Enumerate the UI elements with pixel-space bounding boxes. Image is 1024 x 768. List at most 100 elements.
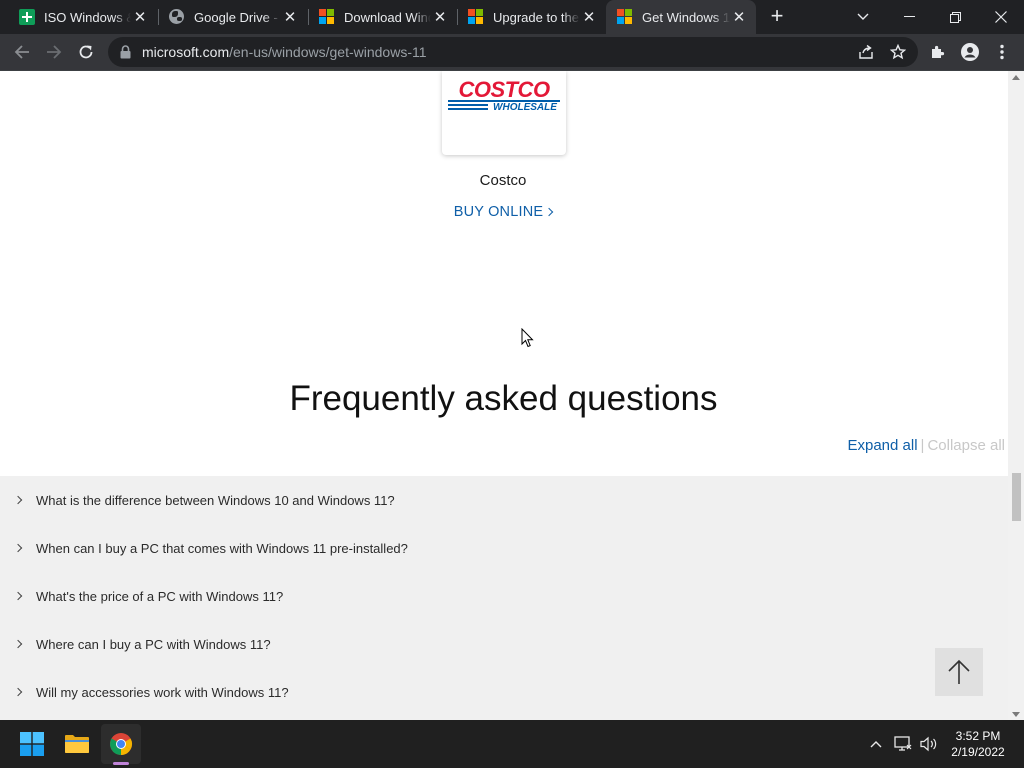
expand-all-button[interactable]: Expand all: [847, 437, 917, 454]
lock-icon: [120, 45, 131, 59]
extensions-button[interactable]: [924, 38, 952, 66]
kebab-menu-icon: [1000, 44, 1004, 60]
close-icon[interactable]: ✕: [431, 8, 449, 26]
arrow-left-icon: [14, 45, 29, 59]
chevron-down-icon: [857, 13, 869, 20]
svg-text:COSTCO: COSTCO: [458, 77, 550, 102]
url-path: /en-us/windows/get-windows-11: [229, 44, 427, 60]
faq-question: Will my accessories work with Windows 11…: [36, 684, 289, 700]
collapse-all-button[interactable]: Collapse all: [927, 437, 1005, 454]
faq-question: Where can I buy a PC with Windows 11?: [36, 636, 271, 652]
page-scrollbar[interactable]: [1008, 71, 1024, 720]
browser-toolbar: microsoft.com/en-us/windows/get-windows-…: [0, 34, 1024, 71]
page-viewport: COSTCO WHOLESALE Costco BUY ONLINE Frequ…: [0, 71, 1024, 720]
back-button[interactable]: [8, 38, 36, 66]
volume-button[interactable]: [918, 720, 940, 768]
windows-taskbar: 3:52 PM 2/19/2022: [0, 720, 1024, 768]
chevron-right-icon: [13, 639, 23, 649]
tab-title: Upgrade to the new: [493, 9, 580, 25]
globe-icon: [169, 9, 185, 25]
folder-icon: [65, 735, 89, 753]
costco-logo: COSTCO WHOLESALE: [448, 77, 560, 113]
scrollbar-thumb[interactable]: [1012, 473, 1021, 521]
tab-title: Download Windows 11: [344, 9, 431, 25]
faq-item[interactable]: Where can I buy a PC with Windows 11?: [0, 620, 1008, 668]
back-to-top-button[interactable]: [935, 648, 983, 696]
address-bar[interactable]: microsoft.com/en-us/windows/get-windows-…: [108, 37, 918, 67]
chevron-up-icon: [870, 741, 882, 748]
profile-icon: [961, 43, 979, 61]
chevron-right-icon: [13, 591, 23, 601]
tab-download-windows[interactable]: Download Windows 11 ✕: [300, 0, 457, 34]
puzzle-icon: [932, 45, 945, 58]
menu-button[interactable]: [988, 38, 1016, 66]
tab-title: Get Windows 11: [642, 9, 730, 25]
new-tab-button[interactable]: +: [764, 5, 790, 29]
microsoft-logo-icon: [617, 9, 633, 25]
faq-item[interactable]: What is the difference between Windows 1…: [0, 476, 1008, 524]
chevron-right-icon: [545, 207, 554, 217]
faq-controls: Expand all | Collapse all: [847, 437, 1005, 454]
forward-button[interactable]: [40, 38, 68, 66]
star-icon: [890, 44, 906, 60]
url-text[interactable]: microsoft.com/en-us/windows/get-windows-…: [142, 44, 427, 60]
tab-google-drive[interactable]: Google Drive - Free ✕: [150, 0, 307, 34]
close-icon[interactable]: ✕: [730, 8, 748, 26]
arrow-up-icon: [948, 659, 970, 684]
chevron-right-icon: [13, 543, 23, 553]
arrow-right-icon: [47, 45, 62, 59]
start-button[interactable]: [12, 724, 52, 764]
tab-search-button[interactable]: [840, 0, 886, 34]
close-icon: [995, 11, 1007, 23]
share-icon: [859, 44, 873, 59]
sheets-icon: [19, 9, 35, 25]
minimize-icon: [903, 16, 915, 17]
reload-button[interactable]: [72, 38, 100, 66]
url-host: microsoft.com: [142, 44, 230, 60]
tab-get-windows-11[interactable]: Get Windows 11 ✕: [606, 0, 756, 34]
close-icon[interactable]: ✕: [281, 8, 299, 26]
profile-button[interactable]: [956, 38, 984, 66]
faq-item[interactable]: When can I buy a PC that comes with Wind…: [0, 524, 1008, 572]
system-clock[interactable]: 3:52 PM 2/19/2022: [944, 728, 1012, 760]
network-button[interactable]: [892, 720, 914, 768]
file-explorer-button[interactable]: [57, 724, 97, 764]
clock-date: 2/19/2022: [951, 745, 1005, 759]
buy-online-link[interactable]: BUY ONLINE: [403, 204, 603, 220]
faq-list: What is the difference between Windows 1…: [0, 476, 1008, 720]
network-icon: [894, 736, 912, 751]
mouse-cursor-icon: [521, 328, 534, 348]
minimize-button[interactable]: [886, 0, 932, 34]
close-icon[interactable]: ✕: [580, 8, 598, 26]
reload-icon: [79, 45, 93, 59]
tab-iso-windows[interactable]: ISO Windows & Office ✕: [0, 0, 157, 34]
svg-text:WHOLESALE: WHOLESALE: [493, 102, 557, 113]
faq-question: When can I buy a PC that comes with Wind…: [36, 540, 408, 556]
chevron-right-icon: [13, 687, 23, 697]
faq-heading: Frequently asked questions: [289, 379, 718, 418]
scroll-down-arrow-icon[interactable]: [1012, 712, 1020, 717]
show-hidden-icons-button[interactable]: [866, 720, 886, 768]
close-icon[interactable]: ✕: [131, 8, 149, 26]
windows-logo-icon: [20, 732, 44, 756]
faq-item[interactable]: Will my accessories work with Windows 11…: [0, 668, 1008, 716]
running-app-indicator: [113, 762, 129, 765]
microsoft-logo-icon: [319, 9, 335, 25]
faq-item[interactable]: What's the price of a PC with Windows 11…: [0, 572, 1008, 620]
speaker-icon: [920, 736, 937, 752]
scroll-up-arrow-icon[interactable]: [1012, 75, 1020, 80]
chrome-icon: [110, 733, 132, 755]
chrome-taskbar-button[interactable]: [101, 724, 141, 764]
retailer-name: Costco: [479, 172, 527, 189]
restore-button[interactable]: [932, 0, 978, 34]
close-window-button[interactable]: [978, 0, 1024, 34]
tab-upgrade[interactable]: Upgrade to the new ✕: [449, 0, 606, 34]
retailer-card-costco[interactable]: COSTCO WHOLESALE: [442, 71, 566, 155]
faq-question: What is the difference between Windows 1…: [36, 492, 395, 508]
restore-icon: [949, 11, 961, 23]
chevron-right-icon: [13, 495, 23, 505]
tab-title: Google Drive - Free: [194, 9, 281, 25]
microsoft-logo-icon: [468, 9, 484, 25]
tab-strip: ISO Windows & Office ✕ Google Drive - Fr…: [0, 0, 1024, 34]
buy-online-label: BUY ONLINE: [453, 204, 544, 220]
